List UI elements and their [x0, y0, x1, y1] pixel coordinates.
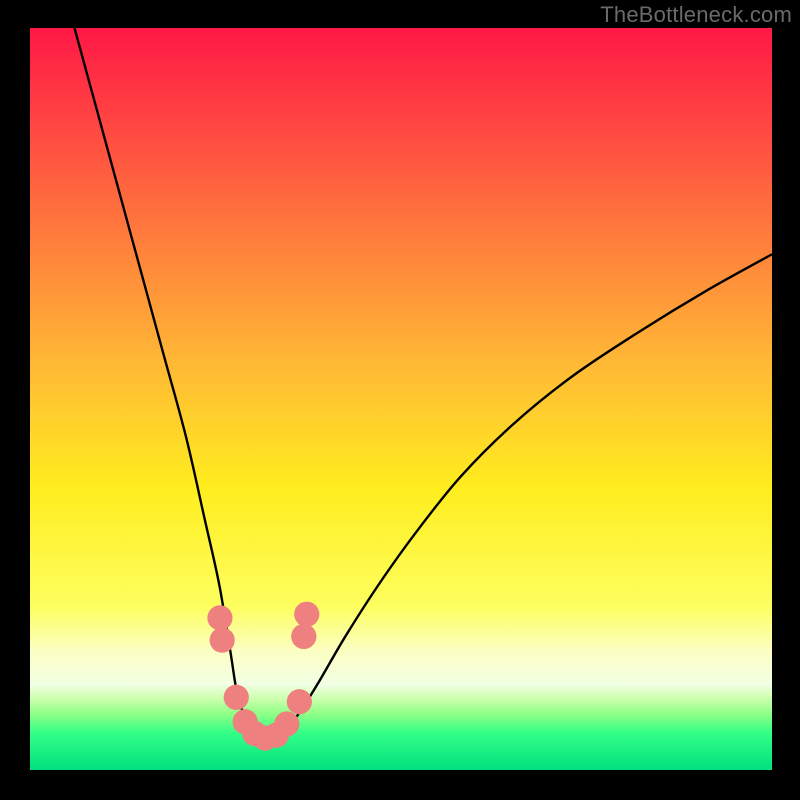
chart-plot-area [30, 28, 772, 770]
marker-dot [274, 711, 299, 736]
chart-svg [30, 28, 772, 770]
marker-dot [210, 628, 235, 653]
chart-frame: TheBottleneck.com [0, 0, 800, 800]
chart-background [30, 28, 772, 770]
marker-dot [207, 605, 232, 630]
marker-dot [224, 685, 249, 710]
marker-dot [291, 624, 316, 649]
marker-dot [294, 602, 319, 627]
watermark-text: TheBottleneck.com [600, 2, 792, 28]
marker-dot [287, 689, 312, 714]
